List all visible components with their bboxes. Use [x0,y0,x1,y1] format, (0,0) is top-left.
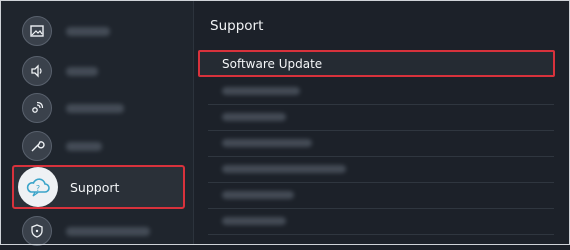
menu-item-label-obscured [66,103,124,113]
menu-item-general[interactable] [14,127,184,165]
option-label-obscured [222,87,300,95]
broadcasting-icon [22,93,52,123]
menu-item-broadcasting[interactable] [14,89,184,127]
menu-item-label: Support [70,179,120,195]
support-panel: Support Software Update [194,0,570,245]
support-cloud-icon: ? [18,167,58,207]
sound-icon [22,56,52,86]
software-update-option[interactable]: Software Update [198,50,555,77]
support-option-obscured[interactable] [208,130,554,157]
settings-category-menu: ? Support [0,0,193,246]
menu-item-label-obscured [66,26,110,36]
option-label-obscured [222,165,346,173]
support-option-obscured[interactable] [208,156,554,183]
option-label-obscured [222,191,294,199]
panel-title: Support [210,18,264,34]
menu-item-label-obscured [66,66,98,76]
svg-text:?: ? [36,184,40,193]
menu-item-picture[interactable] [14,12,184,50]
support-option-obscured[interactable] [208,104,554,131]
menu-item-support[interactable]: ? Support [12,165,185,209]
menu-item-label-obscured [66,226,150,236]
tv-settings-screen: ? Support Support Software Update [0,0,570,246]
support-option-obscured[interactable] [208,78,554,105]
option-label: Software Update [222,56,323,71]
shield-icon [22,216,52,246]
menu-item-privacy[interactable] [14,212,184,250]
picture-icon [22,16,52,46]
option-label-obscured [222,139,312,147]
support-option-obscured[interactable] [208,182,554,209]
option-label-obscured [222,113,286,121]
option-label-obscured [222,217,286,225]
menu-item-label-obscured [66,141,102,151]
support-option-obscured[interactable] [208,208,554,235]
menu-item-sound[interactable] [14,52,184,90]
general-wrench-icon [22,131,52,161]
